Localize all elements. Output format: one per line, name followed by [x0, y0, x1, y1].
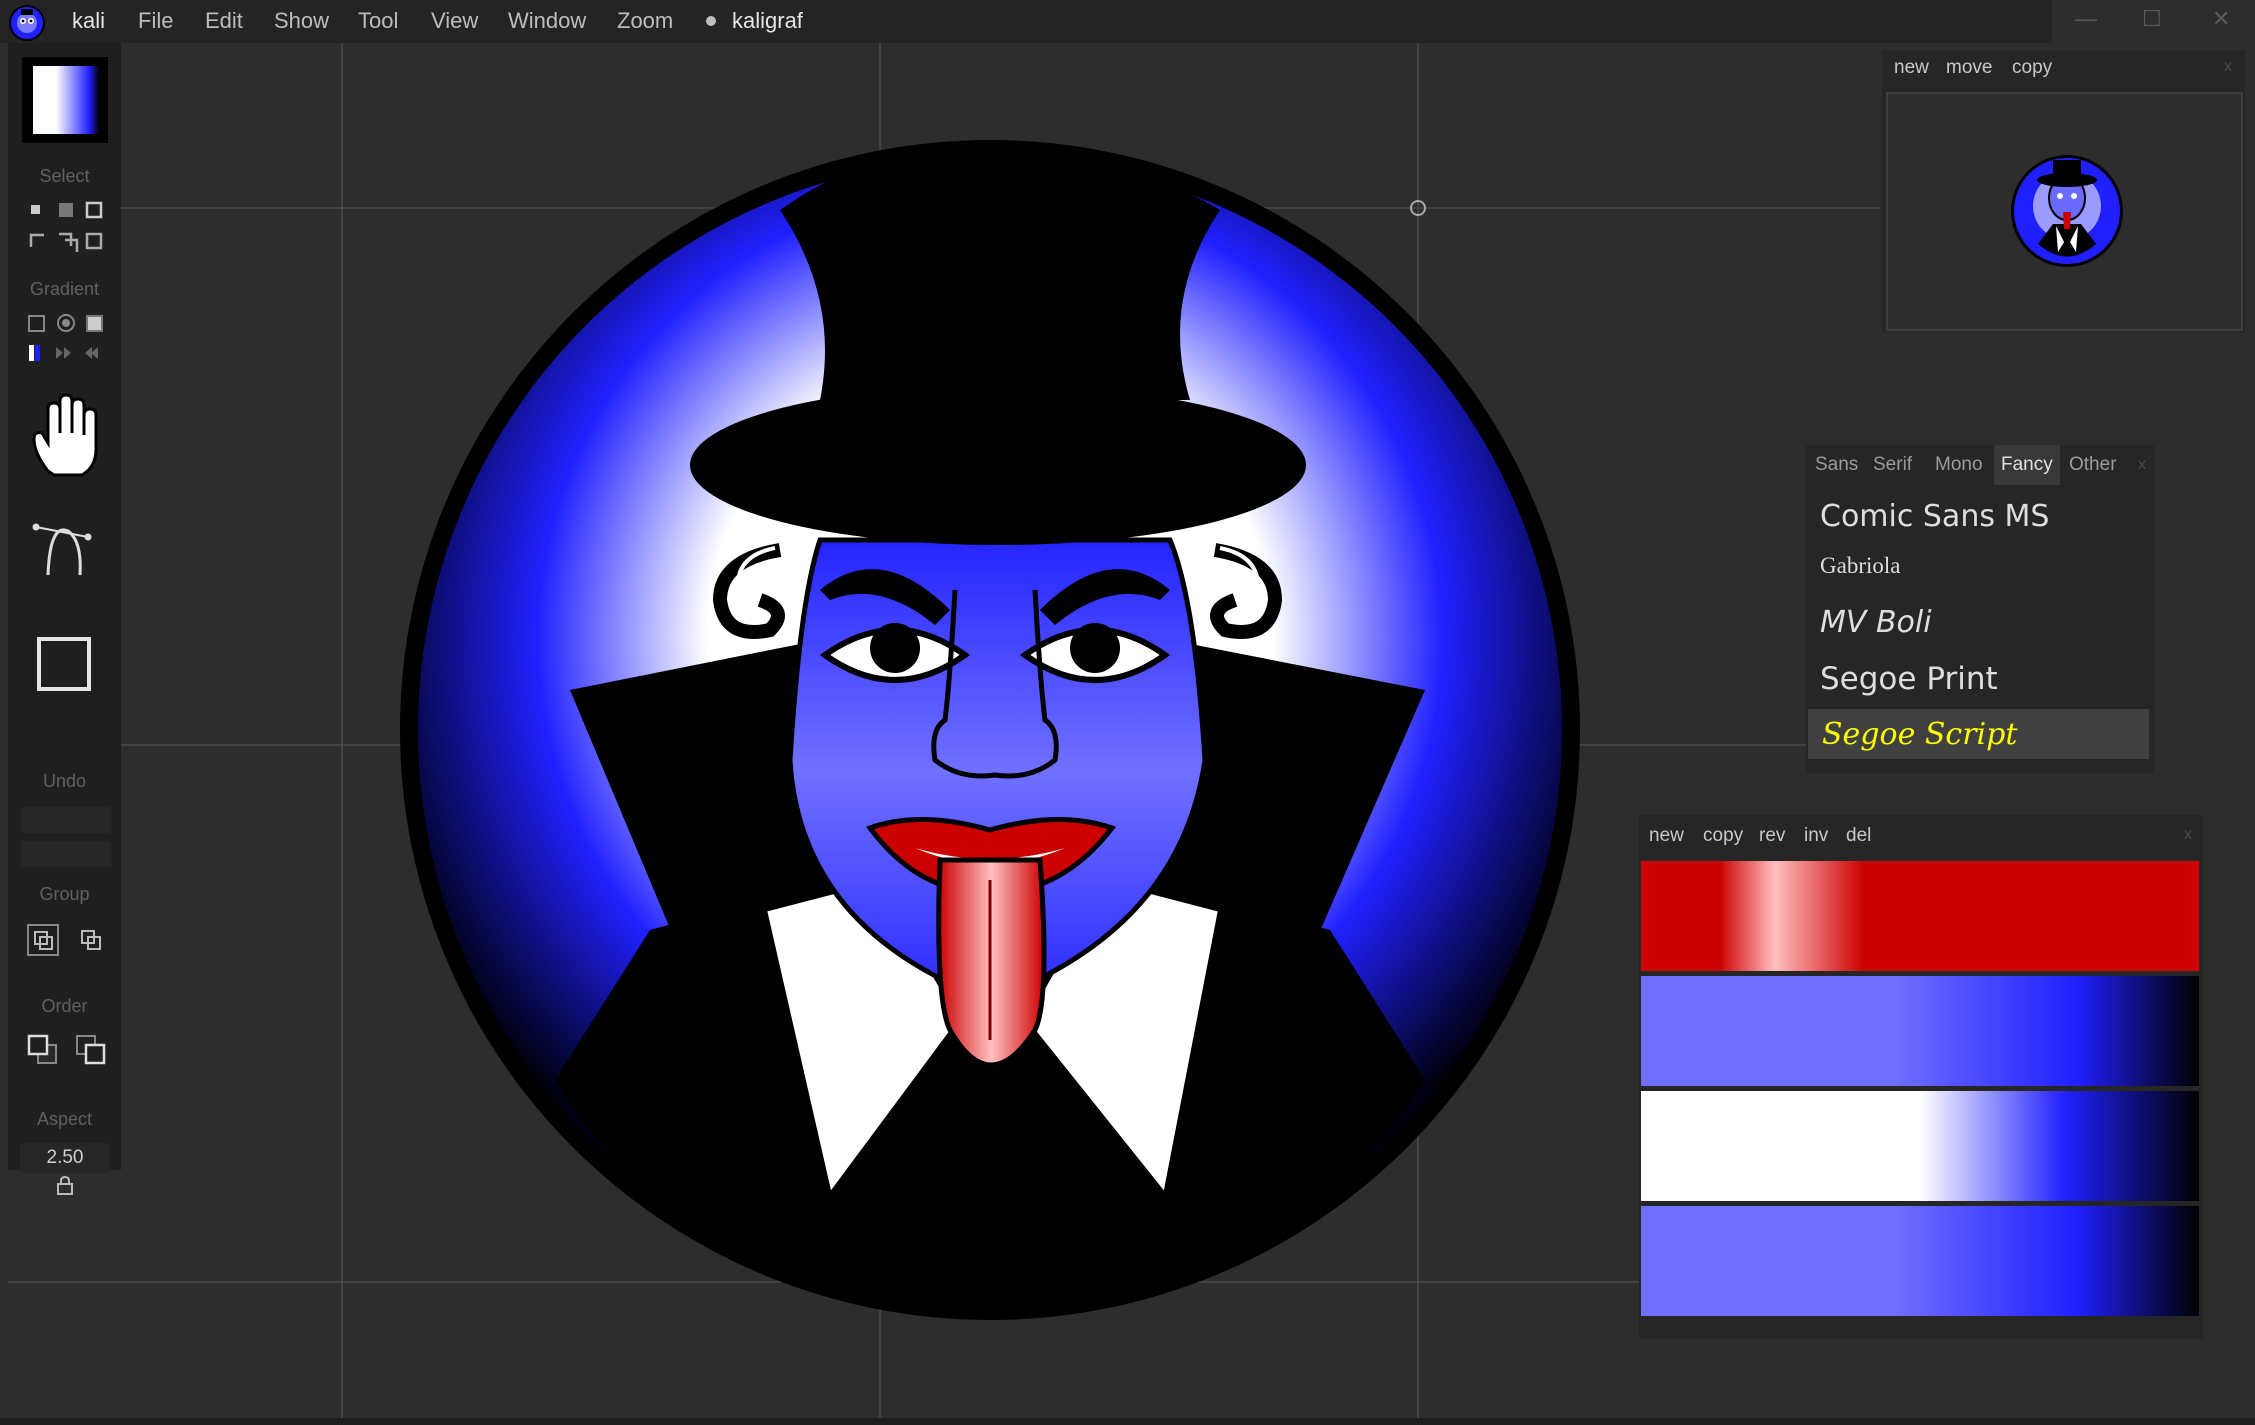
document-title: kaligraf	[732, 8, 803, 33]
gradient-linear-icon	[86, 315, 103, 332]
unsaved-indicator-icon	[706, 16, 716, 26]
app-name[interactable]: kali	[72, 8, 105, 34]
multi-select-icon	[59, 232, 79, 252]
rect-select-icon	[85, 232, 103, 250]
font-panel: Sans Serif Mono Fancy Other x Comic Sans…	[1806, 445, 2154, 773]
gradient-label: Gradient	[29, 279, 100, 299]
font-panel-close-button[interactable]: x	[2138, 456, 2146, 474]
aspect-label: Aspect	[36, 1109, 93, 1129]
preview-move-button[interactable]: move	[1946, 57, 1992, 79]
minimize-button[interactable]: —	[2075, 6, 2097, 32]
font-item-gabriola[interactable]: Gabriola	[1806, 543, 2146, 593]
bezier-tool-icon[interactable]	[30, 513, 100, 583]
status-bar	[0, 1418, 2255, 1425]
gradient-inv-button[interactable]: inv	[1804, 825, 1828, 847]
undo-button[interactable]	[20, 806, 112, 834]
tab-other[interactable]: Other	[2062, 445, 2124, 485]
artwork-vampire[interactable]	[400, 140, 1580, 1320]
menu-show[interactable]: Show	[274, 8, 329, 34]
menu-zoom[interactable]: Zoom	[617, 8, 673, 34]
redo-button[interactable]	[20, 840, 112, 868]
menu-tool[interactable]: Tool	[358, 8, 398, 34]
font-item-mv-boli[interactable]: MV Boli	[1806, 597, 2146, 647]
aspect-field[interactable]: 2.50	[20, 1143, 110, 1173]
gradient-swatch-white-blue[interactable]	[1641, 1091, 2199, 1201]
menu-bar: kali File Edit Show Tool View Window Zoo…	[0, 0, 2052, 43]
select-tools[interactable]	[26, 200, 110, 256]
order-label: Order	[41, 996, 88, 1016]
preview-thumbnail[interactable]	[1886, 92, 2243, 331]
current-gradient-swatch[interactable]	[22, 57, 108, 143]
group-label: Group	[39, 884, 90, 904]
undo-label: Undo	[42, 771, 87, 791]
rectangle-tool-icon[interactable]	[36, 636, 92, 692]
menu-file[interactable]: File	[138, 8, 173, 34]
preview-close-button[interactable]: x	[2224, 58, 2232, 76]
gradient-panel-close-button[interactable]: x	[2184, 826, 2192, 844]
select-label: Select	[39, 166, 90, 186]
gradient-none-icon	[28, 315, 45, 332]
select-stroke-icon	[59, 203, 73, 217]
tab-mono[interactable]: Mono	[1928, 445, 1990, 485]
gradient-swatch-lavender-2[interactable]	[1641, 1206, 2199, 1316]
gradient-tools[interactable]	[26, 313, 110, 369]
preview-new-button[interactable]: new	[1894, 57, 1929, 79]
select-fill-icon	[31, 205, 40, 214]
group-icon	[27, 924, 59, 956]
gradient-new-button[interactable]: new	[1649, 825, 1684, 847]
preview-panel: new move copy x	[1882, 50, 2245, 332]
lasso-icon	[29, 233, 44, 247]
gradient-rev-button[interactable]: rev	[1759, 825, 1785, 847]
menu-edit[interactable]: Edit	[205, 8, 243, 34]
app-logo-icon[interactable]	[8, 4, 46, 42]
gradient-swatch-lavender[interactable]	[1641, 976, 2199, 1086]
gradient-del-button[interactable]: del	[1846, 825, 1871, 847]
menu-view[interactable]: View	[431, 8, 478, 34]
preview-artwork	[2011, 155, 2123, 267]
close-window-button[interactable]: ✕	[2212, 6, 2230, 32]
gradient-panel: new copy rev inv del x	[1639, 815, 2203, 1338]
maximize-button[interactable]: ☐	[2142, 6, 2162, 32]
font-item-segoe-script[interactable]: Segoe Script	[1808, 709, 2149, 759]
tab-serif[interactable]: Serif	[1866, 445, 1919, 485]
gradient-reverse-icon	[85, 347, 98, 359]
font-item-segoe-print[interactable]: Segoe Print	[1806, 653, 2146, 703]
tab-sans[interactable]: Sans	[1808, 445, 1865, 485]
lock-icon[interactable]	[56, 1176, 74, 1196]
hand-tool-icon[interactable]	[28, 393, 104, 479]
group-tools[interactable]	[26, 923, 110, 963]
preview-copy-button[interactable]: copy	[2012, 57, 2052, 79]
gradient-swatch-red[interactable]	[1641, 861, 2199, 971]
tab-fancy[interactable]: Fancy	[1994, 445, 2060, 485]
menu-window[interactable]: Window	[508, 8, 586, 34]
font-item-comic-sans[interactable]: Comic Sans MS	[1806, 491, 2146, 541]
select-bbox-icon	[85, 201, 103, 219]
gradient-radial-icon	[62, 319, 70, 327]
tool-panel: Select Gradient Undo Group Order Aspect …	[8, 43, 121, 1195]
gradient-forward-icon	[56, 347, 71, 359]
order-tools[interactable]	[26, 1033, 110, 1073]
gradient-copy-button[interactable]: copy	[1703, 825, 1743, 847]
